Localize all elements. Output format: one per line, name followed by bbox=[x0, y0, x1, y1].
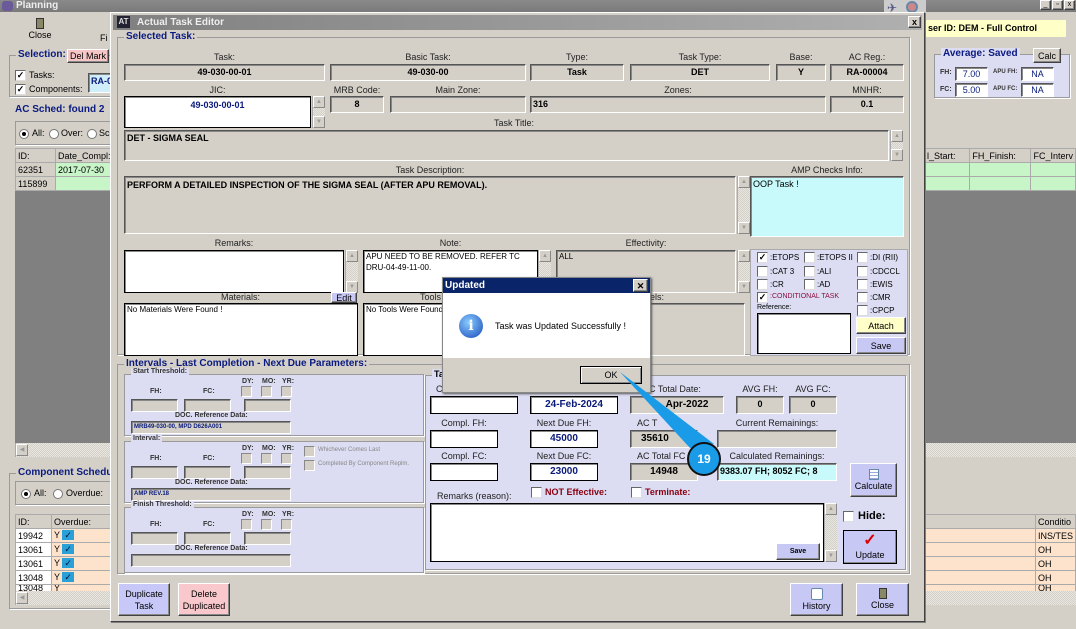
callout-tail bbox=[620, 372, 714, 448]
callout-number: 19 bbox=[697, 452, 711, 466]
callout-pointer bbox=[620, 372, 721, 476]
